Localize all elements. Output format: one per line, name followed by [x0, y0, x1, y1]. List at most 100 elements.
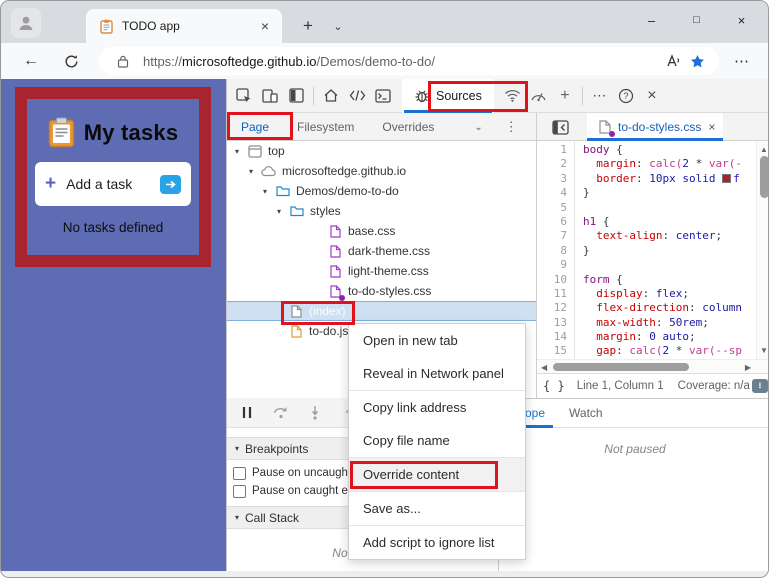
tree-expand-arrow-icon[interactable]: ▾ [277, 207, 289, 216]
devtools-close-icon[interactable]: × [639, 83, 665, 109]
tree-item-dark-theme-css[interactable]: dark-theme.css [227, 241, 536, 261]
navigator-tab-filesystem[interactable]: Filesystem [283, 120, 368, 134]
new-tab-button[interactable]: + [295, 13, 321, 39]
line-number[interactable]: 4 [537, 186, 567, 200]
line-number[interactable]: 13 [537, 316, 567, 330]
network-conditions-icon[interactable] [500, 83, 526, 109]
line-number[interactable]: 9 [537, 258, 567, 272]
performance-icon[interactable] [526, 83, 552, 109]
tab-close-icon[interactable]: × [256, 17, 274, 35]
line-number[interactable]: 3 [537, 172, 567, 186]
vertical-scrollbar[interactable]: ▲ ▼ [756, 141, 769, 359]
tree-item-base-css[interactable]: base.css [227, 221, 536, 241]
menu-item-copy-file-name[interactable]: Copy file name [349, 424, 525, 457]
navigator-tab-page[interactable]: Page [227, 120, 283, 134]
dock-side-icon[interactable] [283, 83, 309, 109]
window-minimize-button[interactable]: – [629, 5, 674, 35]
home-icon[interactable] [318, 83, 344, 109]
settings-more-icon[interactable]: ⋯ [729, 48, 755, 74]
navigator-more-tabs-chevron-icon[interactable]: ⌄ [474, 122, 482, 133]
coverage-icon: ⭳ [752, 379, 768, 393]
add-task-button[interactable]: + Add a task [35, 162, 191, 206]
tree-item-styles[interactable]: ▾styles [227, 201, 536, 221]
line-number[interactable]: 7 [537, 229, 567, 243]
editor-tab-to-do-styles[interactable]: to-do-styles.css × [587, 113, 723, 141]
read-aloud-icon[interactable] [661, 50, 685, 72]
vertical-scroll-thumb[interactable] [760, 156, 769, 198]
menu-item-open-in-new-tab[interactable]: Open in new tab [349, 324, 525, 357]
menu-item-save-as[interactable]: Save as... [349, 492, 525, 525]
lock-icon[interactable] [111, 50, 135, 72]
color-swatch[interactable] [722, 174, 731, 183]
folder-icon [289, 203, 305, 219]
line-number[interactable]: 12 [537, 301, 567, 315]
line-number[interactable]: 10 [537, 273, 567, 287]
pause-script-icon[interactable] [237, 403, 257, 423]
checkbox-icon[interactable] [233, 485, 246, 498]
tab-sources[interactable]: Sources [402, 79, 494, 113]
scroll-down-icon[interactable]: ▼ [760, 346, 768, 355]
submit-task-button[interactable] [160, 175, 181, 194]
step-into-icon[interactable] [305, 403, 325, 423]
checkbox-icon[interactable] [233, 467, 246, 480]
navigator-menu-kebab-icon[interactable]: ⋮ [505, 119, 518, 135]
scroll-up-icon[interactable]: ▲ [760, 145, 768, 154]
menu-item-add-script-to-ignore-list[interactable]: Add script to ignore list [349, 526, 525, 559]
tree-item-microsoftedge-github-io[interactable]: ▾ microsoftedge.github.io [227, 161, 536, 181]
profile-avatar[interactable] [11, 8, 41, 38]
horizontal-scrollbar[interactable]: ◀ ▶ [537, 359, 769, 373]
line-number[interactable]: 6 [537, 215, 567, 229]
tree-item-top[interactable]: ▾top [227, 141, 536, 161]
tree-expand-arrow-icon[interactable]: ▾ [263, 187, 275, 196]
tree-item-demos-demo-to-do[interactable]: ▾Demos/demo-to-do [227, 181, 536, 201]
scroll-left-icon[interactable]: ◀ [541, 363, 547, 372]
menu-item-reveal-in-network-panel[interactable]: Reveal in Network panel [349, 357, 525, 390]
devtools-help-icon[interactable]: ? [613, 83, 639, 109]
inspect-element-icon[interactable] [231, 83, 257, 109]
line-number[interactable]: 8 [537, 244, 567, 258]
menu-item-override-content[interactable]: Override content [349, 458, 525, 491]
tab-search-chevron-icon[interactable]: ⌄ [327, 13, 349, 39]
window-maximize-button[interactable]: □ [674, 5, 719, 35]
hide-navigator-icon[interactable] [547, 114, 573, 140]
horizontal-scroll-thumb[interactable] [553, 363, 689, 371]
menu-item-copy-link-address[interactable]: Copy link address [349, 391, 525, 424]
line-number[interactable]: 1 [537, 143, 567, 157]
step-over-icon[interactable] [271, 403, 291, 423]
tree-item-index[interactable]: (index) [227, 301, 536, 321]
tree-item-light-theme-css[interactable]: light-theme.css [227, 261, 536, 281]
devtools-more-icon[interactable]: ⋯ [587, 83, 613, 109]
add-panel-icon[interactable]: + [552, 83, 578, 109]
collapse-triangle-icon: ▾ [235, 513, 239, 522]
reload-button[interactable] [57, 47, 85, 75]
url-field[interactable]: https://microsoftedge.github.io/Demos/de… [99, 47, 719, 75]
tab-watch[interactable]: Watch [557, 398, 615, 428]
cloud-icon [261, 163, 277, 179]
line-number[interactable]: 14 [537, 330, 567, 344]
line-number[interactable]: 11 [537, 287, 567, 301]
frame-icon [247, 143, 263, 159]
code-line: 10form { [537, 273, 756, 287]
elements-panel-icon[interactable] [344, 83, 370, 109]
line-number[interactable]: 2 [537, 157, 567, 171]
url-text: https://microsoftedge.github.io/Demos/de… [143, 54, 661, 69]
code-editor[interactable]: 1body {2 margin: calc(2 * var(-3 border:… [537, 141, 769, 398]
pretty-print-button[interactable]: { } [543, 379, 565, 393]
back-button[interactable]: ← [17, 47, 45, 75]
navigator-tab-overrides[interactable]: Overrides [368, 120, 448, 134]
browser-tab[interactable]: TODO app × [86, 9, 282, 43]
window-close-button[interactable]: × [719, 5, 764, 35]
tree-item-label: microsoftedge.github.io [282, 164, 406, 178]
tree-expand-arrow-icon[interactable]: ▾ [235, 147, 247, 156]
scroll-right-icon[interactable]: ▶ [745, 363, 751, 372]
line-number[interactable]: 15 [537, 344, 567, 358]
device-emulation-icon[interactable] [257, 83, 283, 109]
tree-expand-arrow-icon[interactable]: ▾ [249, 167, 261, 176]
code-text: h1 { [583, 215, 610, 229]
editor-tab-close-icon[interactable]: × [708, 120, 715, 134]
tree-item-to-do-styles-css[interactable]: to-do-styles.css [227, 281, 536, 301]
favorite-star-icon[interactable] [685, 50, 709, 72]
code-text: margin: 0 auto; [583, 330, 696, 344]
console-panel-icon[interactable] [370, 83, 396, 109]
line-number[interactable]: 5 [537, 201, 567, 215]
